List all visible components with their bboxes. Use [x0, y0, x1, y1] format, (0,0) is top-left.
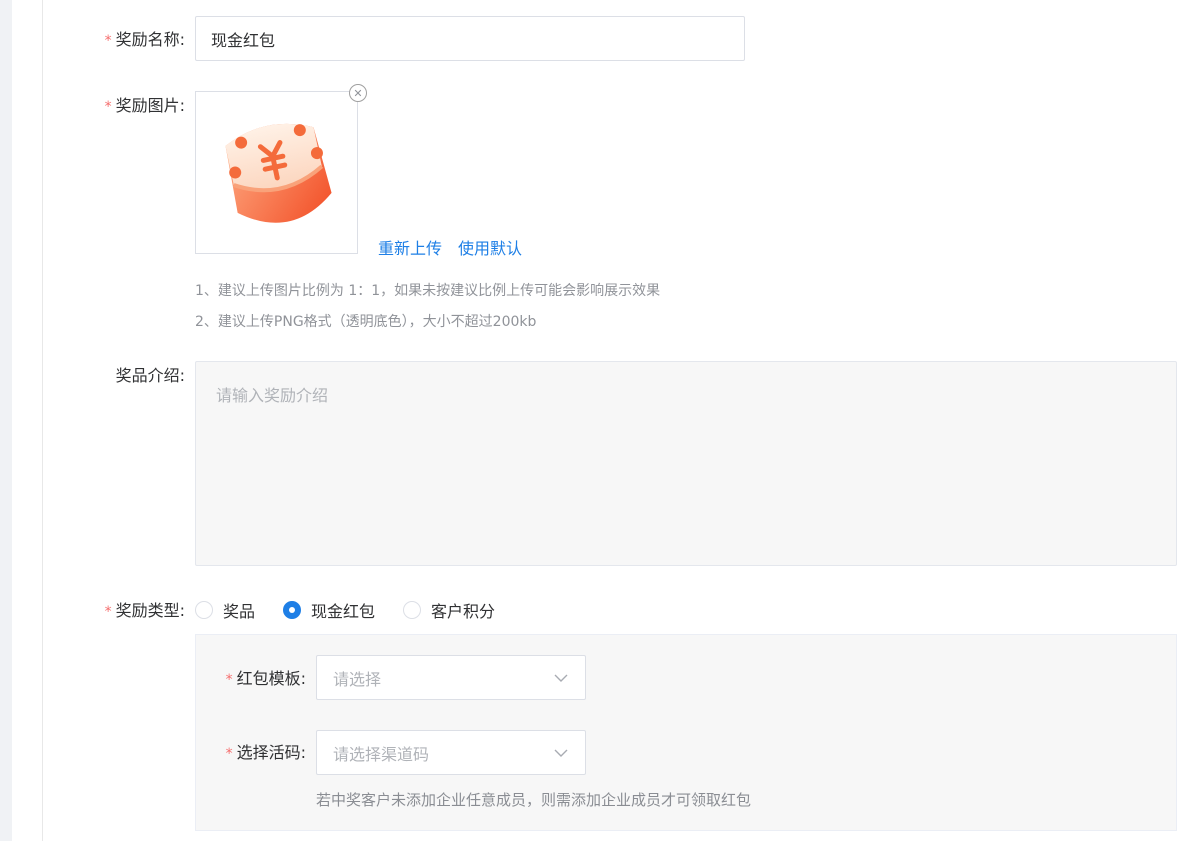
reward-name-input[interactable]: 现金红包	[195, 16, 745, 61]
radio-checked-icon	[283, 601, 302, 619]
radio-circle-icon	[195, 601, 213, 619]
image-tip-2: 2、建议上传PNG格式（透明底色），大小不超过200kb	[195, 314, 537, 330]
reward-image-preview[interactable]	[195, 91, 358, 254]
red-packet-image-icon	[225, 123, 332, 223]
radio-circle-icon	[403, 601, 422, 619]
image-tip-1: 1、建议上传图片比例为 1：1，如果未按建议比例上传可能会影响展示效果	[195, 283, 661, 299]
use-default-link[interactable]: 使用默认	[458, 235, 522, 259]
radio-cash-red-packet[interactable]: 现金红包	[283, 598, 375, 622]
chevron-down-icon	[554, 749, 568, 757]
reward-image-label: * 奖励图片:	[104, 96, 185, 115]
reupload-link[interactable]: 重新上传	[378, 235, 442, 259]
select-code-hint: 若中奖客户未添加企业任意成员，则需添加企业成员才可领取红包	[316, 791, 752, 809]
reward-type-label: * 奖励类型:	[104, 601, 185, 620]
left-divider	[42, 0, 43, 841]
remove-image-button[interactable]: ✕	[349, 84, 367, 102]
radio-prize[interactable]: 奖品	[195, 598, 255, 622]
close-circle-icon: ✕	[353, 86, 363, 100]
prize-intro-textarea[interactable]: 请输入奖励介绍	[195, 361, 1177, 566]
red-packet-template-select[interactable]: 请选择	[316, 655, 586, 700]
chevron-down-icon	[554, 674, 568, 682]
select-code-label: * 选择活码:	[225, 743, 306, 762]
reward-name-label: * 奖励名称:	[104, 30, 185, 49]
red-packet-template-label: * 红包模板:	[225, 669, 306, 688]
select-code-select[interactable]: 请选择渠道码	[316, 730, 586, 775]
radio-customer-points[interactable]: 客户积分	[403, 598, 495, 622]
reward-type-radio-group: 奖品 现金红包 客户积分	[195, 599, 523, 621]
prize-intro-label: 奖品介绍:	[115, 366, 185, 385]
